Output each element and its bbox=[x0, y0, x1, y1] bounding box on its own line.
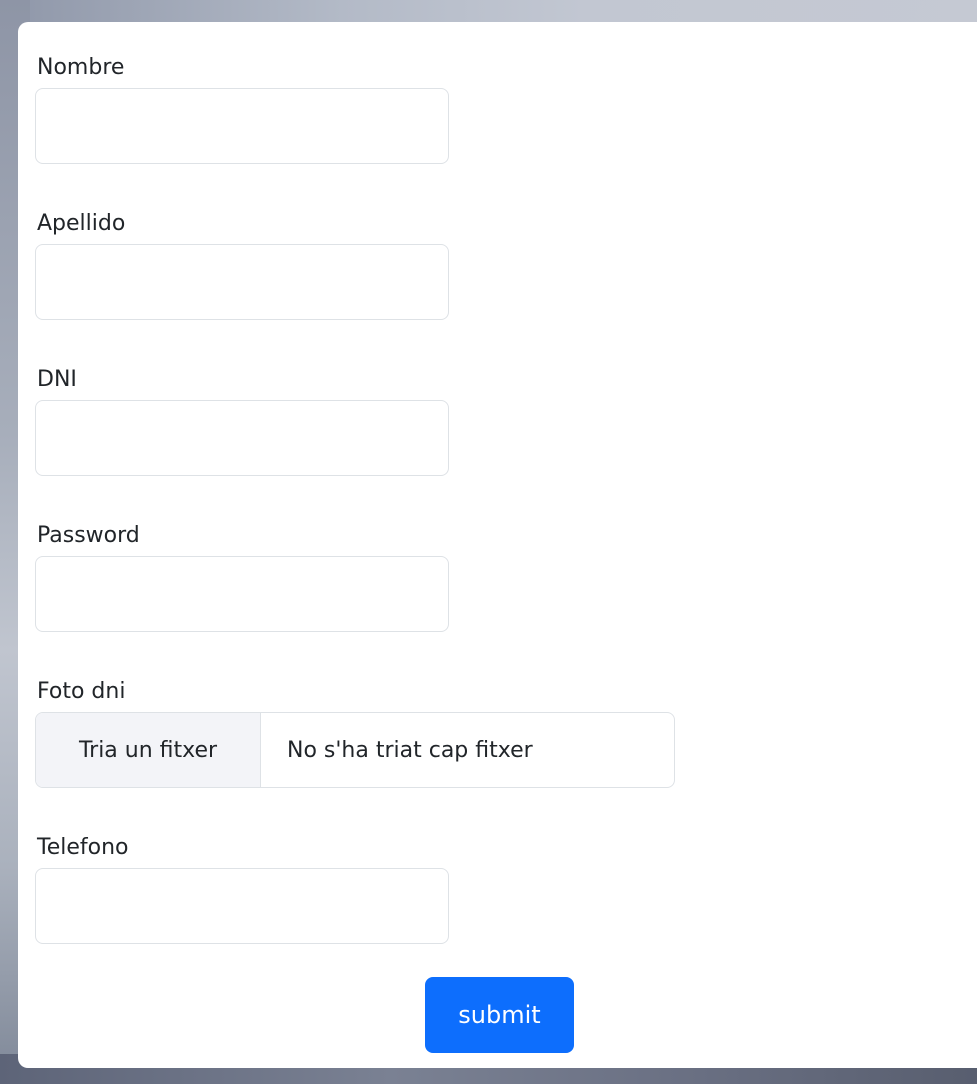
apellido-label: Apellido bbox=[37, 211, 126, 236]
nombre-label: Nombre bbox=[37, 55, 125, 80]
password-input[interactable] bbox=[35, 556, 449, 632]
dni-input[interactable] bbox=[35, 400, 449, 476]
foto-dni-file-input[interactable]: Tria un fitxer No s'ha triat cap fitxer bbox=[35, 712, 675, 788]
dni-label: DNI bbox=[37, 367, 77, 392]
telefono-input[interactable] bbox=[35, 868, 449, 944]
nombre-input[interactable] bbox=[35, 88, 449, 164]
password-label: Password bbox=[37, 523, 140, 548]
submit-button[interactable]: submit bbox=[425, 977, 574, 1053]
file-status-text: No s'ha triat cap fitxer bbox=[287, 737, 533, 763]
choose-file-button[interactable]: Tria un fitxer bbox=[36, 713, 261, 787]
foto-dni-label: Foto dni bbox=[37, 679, 126, 704]
telefono-label: Telefono bbox=[37, 835, 129, 860]
apellido-input[interactable] bbox=[35, 244, 449, 320]
registration-form-card: Nombre Apellido DNI Password Foto dni Tr… bbox=[18, 22, 977, 1068]
